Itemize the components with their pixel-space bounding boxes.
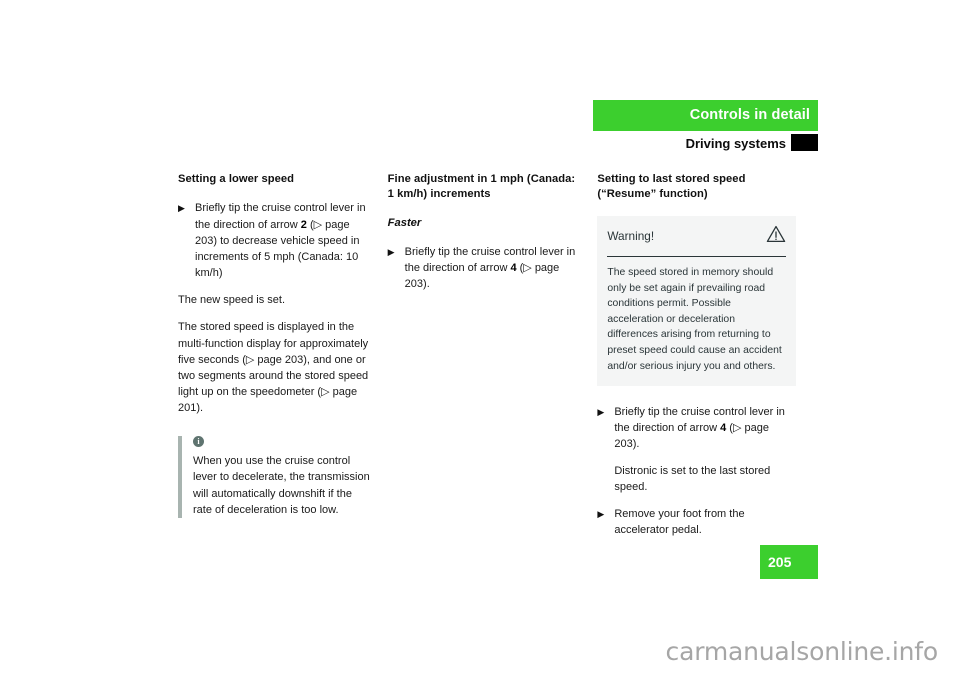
warning-title: Warning! bbox=[607, 228, 655, 243]
info-note-text: When you use the cruise control lever to… bbox=[193, 455, 370, 516]
bullet-arrow-icon: ▶ bbox=[387, 246, 395, 257]
subheading-faster: Faster bbox=[387, 216, 422, 229]
list-item: ▶ Briefly tip the cruise control lever i… bbox=[178, 200, 372, 281]
warning-box-header: Warning! bbox=[607, 225, 786, 257]
info-note-box: i When you use the cruise control lever … bbox=[178, 436, 372, 518]
header-chapter-title: Controls in detail bbox=[689, 107, 810, 124]
list-item: ▶ Briefly tip the cruise control lever i… bbox=[597, 404, 796, 495]
paragraph-stored-speed-display: The stored speed is displayed in the mul… bbox=[178, 321, 369, 415]
page-number-badge: 205 bbox=[760, 545, 818, 579]
manual-page: Controls in detail Driving systems Setti… bbox=[0, 0, 960, 678]
warning-triangle-icon bbox=[766, 225, 786, 248]
page-header: Controls in detail Driving systems bbox=[593, 100, 818, 152]
column-2: Fine adjustment in 1 mph (Canada: 1 km/h… bbox=[388, 172, 582, 549]
column-1: Setting a lower speed ▶ Briefly tip the … bbox=[178, 172, 372, 549]
list-item-text: Remove your foot from the accelerator pe… bbox=[614, 507, 745, 537]
paragraph-new-speed-set: The new speed is set. bbox=[178, 294, 286, 307]
header-black-tab-marker bbox=[791, 134, 818, 151]
header-green-bar: Controls in detail bbox=[593, 100, 818, 131]
content-columns: Setting a lower speed ▶ Briefly tip the … bbox=[178, 172, 796, 549]
info-note-rule bbox=[178, 436, 182, 518]
section-heading-resume-function: Setting to last stored speed (“Resume” f… bbox=[597, 173, 746, 201]
bullet-arrow-icon: ▶ bbox=[597, 407, 605, 418]
watermark-text: carmanualsonline.info bbox=[665, 637, 939, 666]
bullet-arrow-icon: ▶ bbox=[178, 203, 185, 214]
section-heading-fine-adjustment: Fine adjustment in 1 mph (Canada: 1 km/h… bbox=[387, 173, 576, 201]
bullet-arrow-icon: ▶ bbox=[597, 508, 605, 519]
info-icon: i bbox=[193, 436, 204, 448]
list-item: ▶ Remove your foot from the accelerator … bbox=[597, 506, 796, 538]
header-subsection-row: Driving systems bbox=[593, 134, 818, 152]
list-item-subparagraph: Distronic is set to the last stored spee… bbox=[614, 464, 771, 493]
section-heading-setting-lower-speed: Setting a lower speed bbox=[178, 173, 295, 185]
list-item: ▶ Briefly tip the cruise control lever i… bbox=[388, 244, 582, 292]
warning-box: Warning! The speed stored in memory shou… bbox=[597, 215, 796, 387]
warning-text: The speed stored in memory should only b… bbox=[607, 266, 782, 372]
page-number-label: 205 bbox=[768, 554, 792, 570]
column-3: Setting to last stored speed (“Resume” f… bbox=[597, 172, 796, 549]
